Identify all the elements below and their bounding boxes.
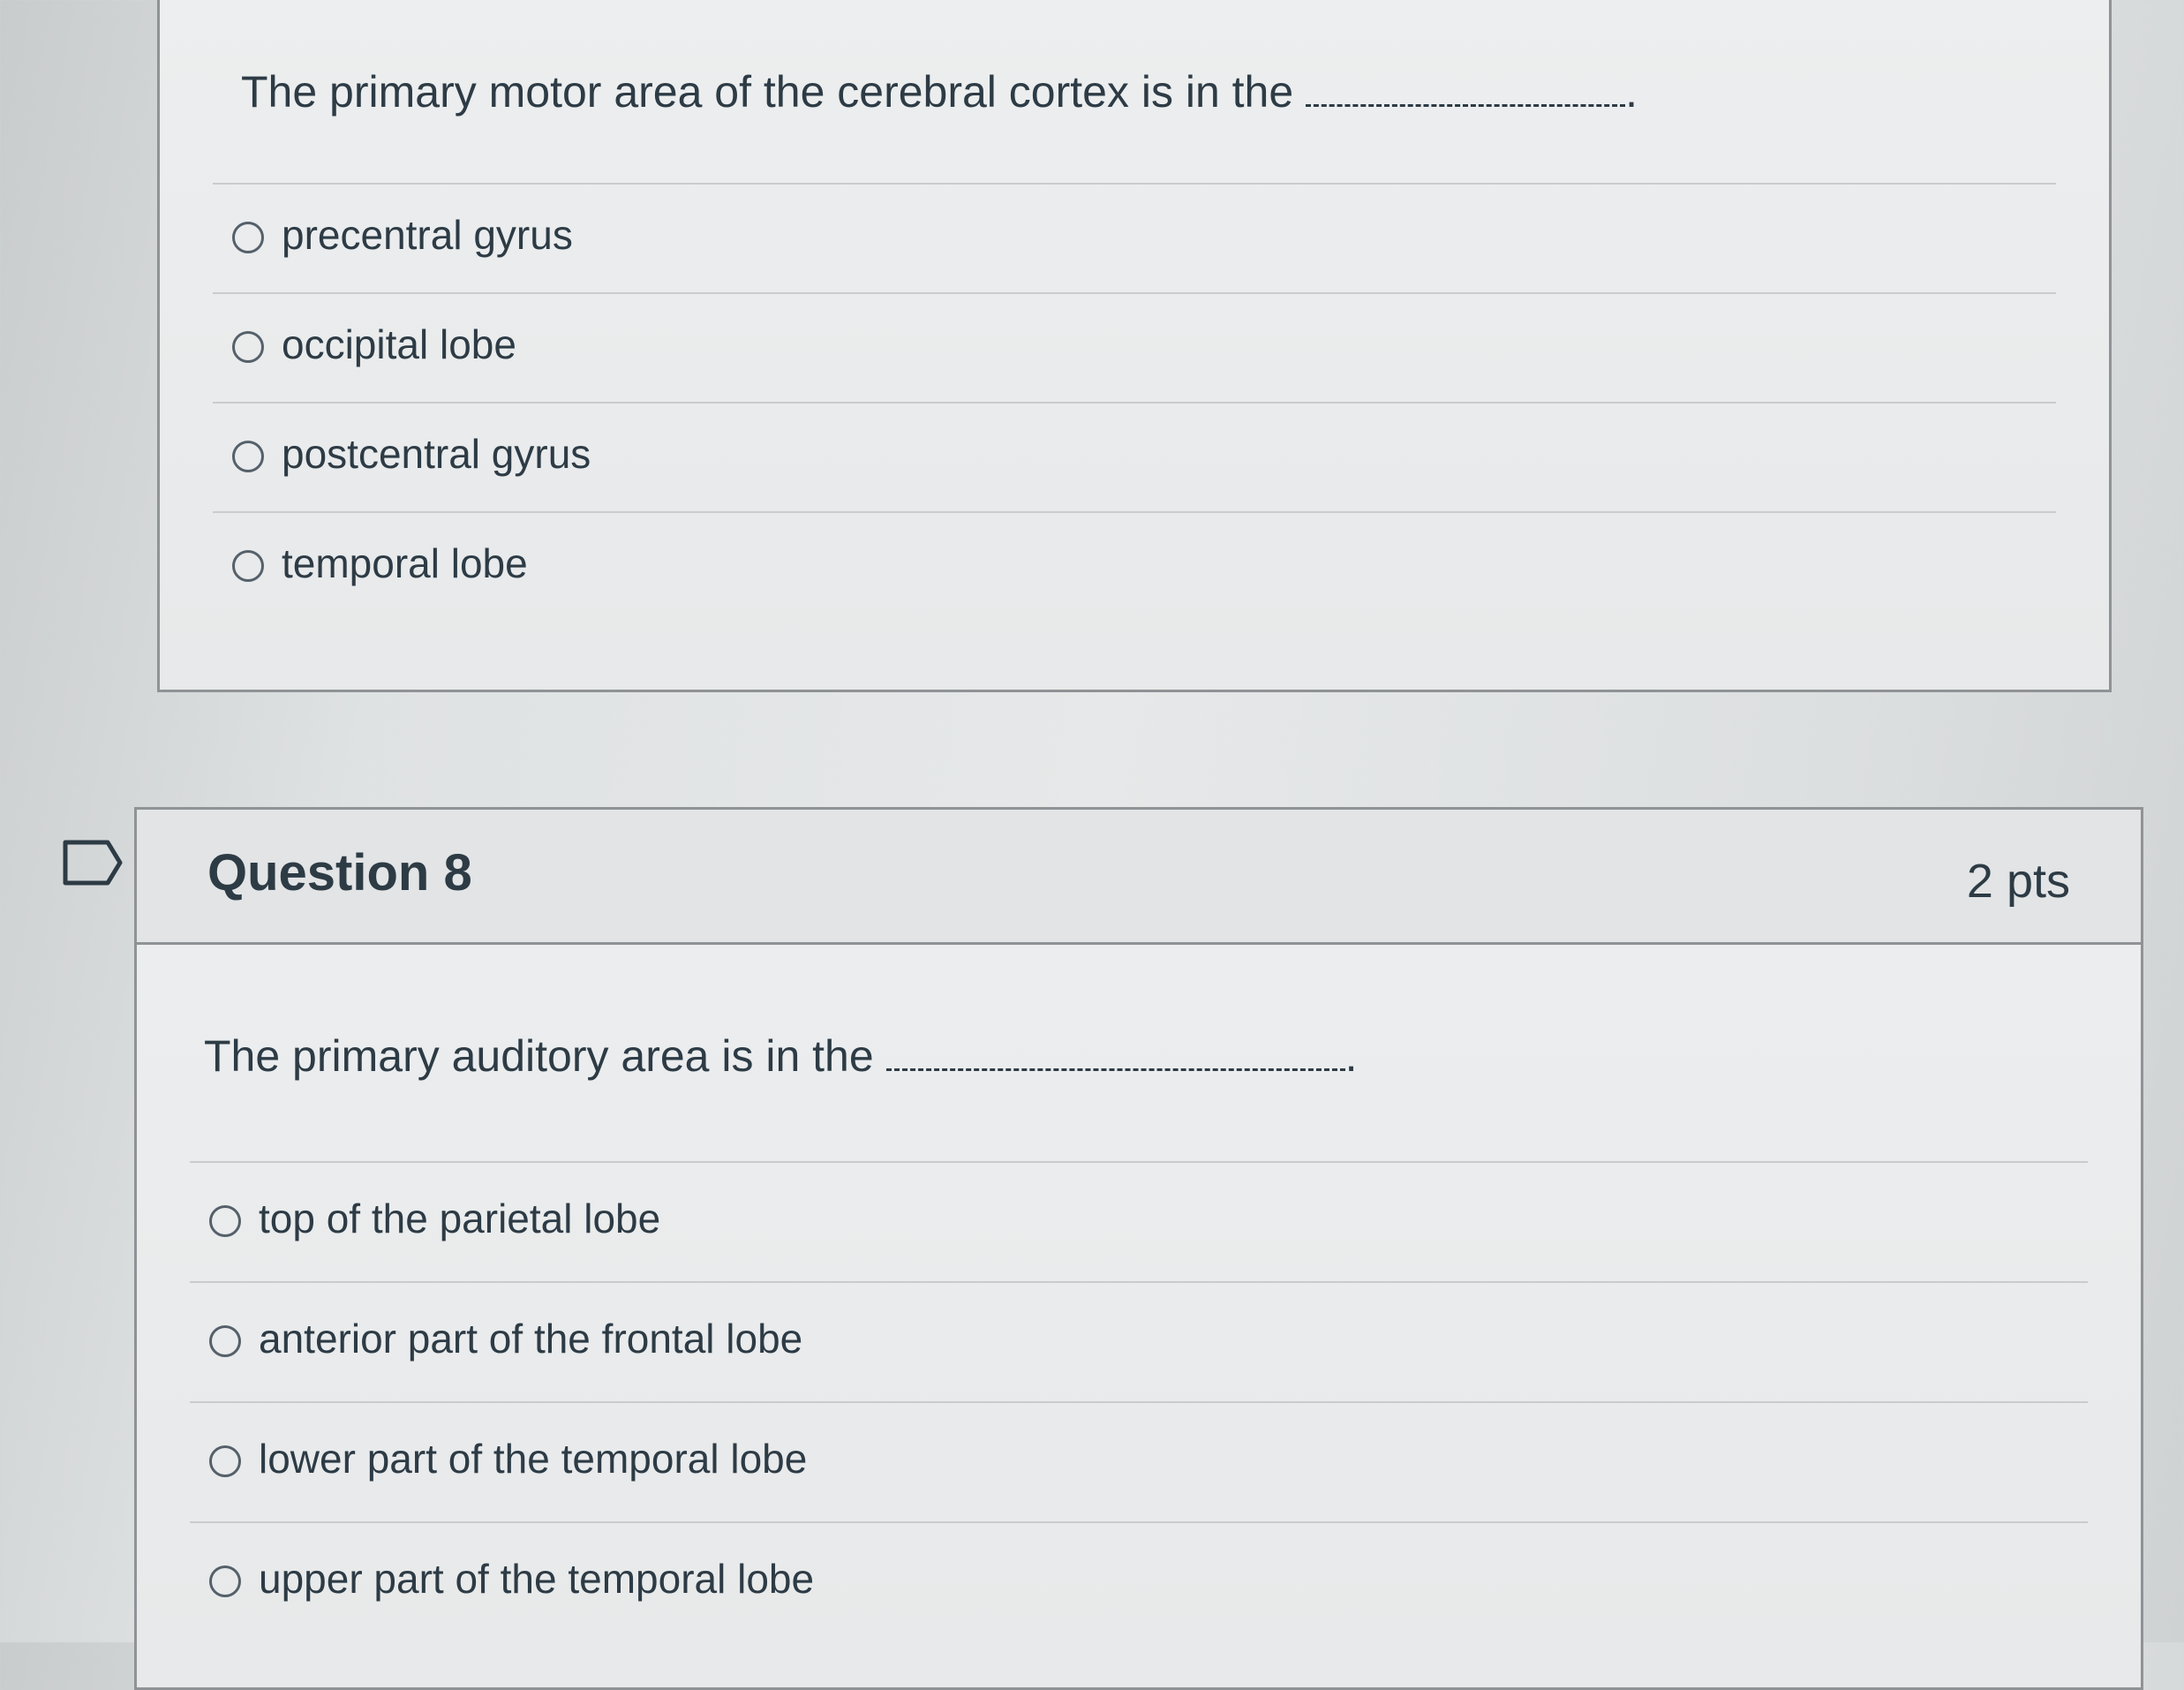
radio-unselected-icon[interactable]	[209, 1325, 241, 1357]
question-7-prompt: The primary motor area of the cerebral c…	[241, 67, 1294, 117]
answer-label[interactable]: occipital lobe	[282, 321, 516, 368]
answer-option[interactable]: upper part of the temporal lobe	[190, 1521, 2088, 1641]
radio-unselected-icon[interactable]	[232, 331, 264, 363]
radio-unselected-icon[interactable]	[232, 222, 264, 253]
answer-option[interactable]: anterior part of the frontal lobe	[190, 1281, 2088, 1401]
question-8-prompt: The primary auditory area is in the	[204, 1031, 874, 1081]
answer-label[interactable]: lower part of the temporal lobe	[259, 1435, 807, 1483]
answer-option[interactable]: occipital lobe	[213, 292, 2056, 402]
radio-unselected-icon[interactable]	[209, 1445, 241, 1477]
radio-unselected-icon[interactable]	[209, 1205, 241, 1237]
answer-blank	[1306, 87, 1626, 107]
question-header: Question 8 2 pts	[137, 810, 2141, 945]
question-8-answers: top of the parietal lobe anterior part o…	[190, 1161, 2088, 1641]
answer-blank	[885, 1051, 1345, 1071]
question-7-text: The primary motor area of the cerebral c…	[241, 66, 1638, 117]
radio-unselected-icon[interactable]	[209, 1566, 241, 1597]
answer-option[interactable]: precentral gyrus	[213, 183, 2056, 292]
flag-question-icon[interactable]	[62, 839, 124, 886]
answer-label[interactable]: precentral gyrus	[282, 211, 573, 259]
answer-option[interactable]: lower part of the temporal lobe	[190, 1401, 2088, 1521]
question-points: 2 pts	[1966, 855, 2070, 908]
radio-unselected-icon[interactable]	[232, 441, 264, 472]
answer-label[interactable]: postcentral gyrus	[282, 430, 591, 478]
answer-option[interactable]: top of the parietal lobe	[190, 1161, 2088, 1281]
question-7-card: The primary motor area of the cerebral c…	[157, 0, 2112, 692]
radio-unselected-icon[interactable]	[232, 550, 264, 582]
answer-label[interactable]: temporal lobe	[282, 539, 528, 587]
question-title: Question 8	[207, 844, 472, 902]
answer-label[interactable]: top of the parietal lobe	[259, 1195, 660, 1242]
answer-label[interactable]: anterior part of the frontal lobe	[259, 1315, 802, 1362]
answer-label[interactable]: upper part of the temporal lobe	[259, 1555, 814, 1603]
answer-option[interactable]: temporal lobe	[213, 511, 2056, 621]
question-8-card: Question 8 2 pts The primary auditory ar…	[134, 807, 2143, 1690]
question-8-period: .	[1344, 1031, 1358, 1081]
question-7-answers: precentral gyrus occipital lobe postcent…	[213, 183, 2056, 621]
question-8-text: The primary auditory area is in the.	[204, 1030, 1358, 1082]
answer-option[interactable]: postcentral gyrus	[213, 402, 2056, 511]
question-7-period: .	[1625, 67, 1638, 117]
